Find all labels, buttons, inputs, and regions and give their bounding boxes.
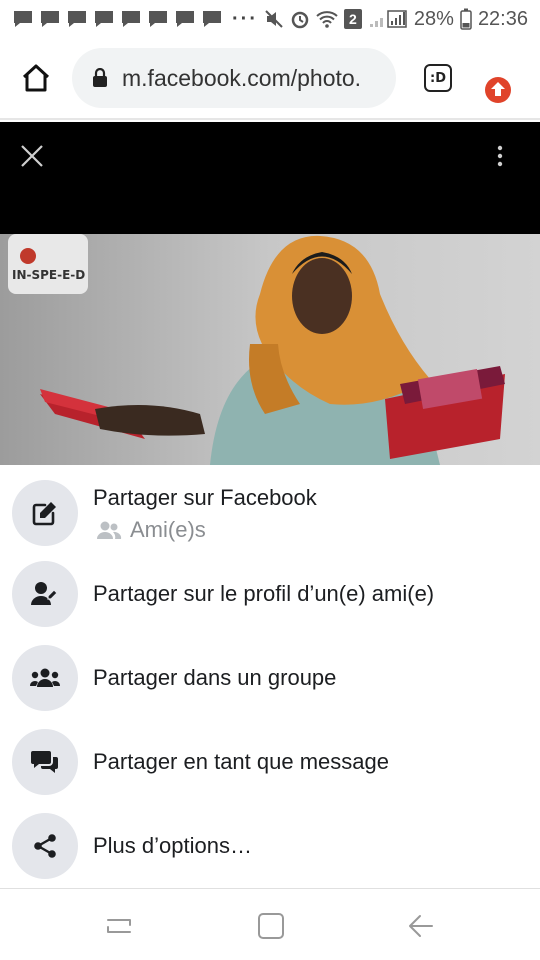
share-icon [34, 834, 56, 858]
more-notifications-icon: ··· [232, 7, 258, 30]
share-in-group-label: Partager dans un groupe [93, 665, 337, 690]
messages-icon [31, 751, 58, 773]
more-options-icon-circle [12, 813, 78, 879]
share-in-group-row[interactable]: Partager dans un groupe [0, 636, 540, 720]
share-sheet: Partager sur Facebook Ami(e)s Partager s… [0, 465, 540, 888]
mute-icon [265, 10, 283, 28]
url-text: m.facebook.com/photo. [122, 64, 362, 91]
home-button[interactable] [0, 37, 72, 119]
photo-image[interactable]: IN-SPE-E-D [0, 234, 540, 465]
battery-percent: 28% [413, 7, 454, 30]
photo-illustration: IN-SPE-E-D [0, 234, 540, 465]
battery-icon [460, 8, 472, 30]
sim2-icon: 2 [343, 9, 362, 29]
update-icon[interactable] [484, 76, 512, 104]
share-as-message-row[interactable]: Partager en tant que message [0, 720, 540, 804]
tab-switcher-icon: :D [424, 64, 452, 92]
more-options-label: Plus d’options… [93, 833, 252, 858]
friend-share-icon [31, 582, 58, 605]
system-navigation-bar [0, 888, 540, 960]
audience-label: Ami(e)s [130, 517, 206, 542]
message-icon [68, 11, 86, 27]
brand-logo-text: IN-SPE-E-D [12, 268, 85, 282]
recents-icon[interactable] [104, 911, 134, 941]
message-icon [149, 11, 167, 27]
share-on-facebook-icon-circle [12, 480, 78, 546]
notification-icons: ··· [12, 8, 258, 31]
friends-icon [97, 521, 122, 539]
home-icon [22, 64, 50, 92]
share-as-message-icon-circle [12, 729, 78, 795]
close-icon[interactable] [18, 142, 46, 170]
status-bar: ··· 2 28% 22:36 [0, 0, 540, 38]
back-icon[interactable] [406, 911, 436, 941]
share-in-group-icon-circle [12, 645, 78, 711]
home-square-icon[interactable] [256, 911, 286, 941]
audience-selector[interactable]: Ami(e)s [96, 517, 206, 543]
lock-icon [93, 68, 107, 87]
share-on-facebook-label: Partager sur Facebook [93, 485, 317, 510]
share-as-message-label: Partager en tant que message [93, 749, 389, 774]
tab-switcher-button[interactable]: :D [420, 60, 456, 96]
clock: 22:36 [477, 7, 528, 30]
group-icon [30, 668, 60, 687]
message-icon [95, 11, 113, 27]
system-icons: 2 28% 22:36 [264, 8, 528, 31]
brand-logo [8, 234, 88, 294]
alarm-icon [291, 11, 309, 29]
share-on-friend-profile-row[interactable]: Partager sur le profil d’un(e) ami(e) [0, 552, 540, 636]
more-options-row[interactable]: Plus d’options… [0, 804, 540, 888]
message-icon [203, 11, 221, 27]
edit-icon [32, 502, 56, 526]
browser-toolbar: m.facebook.com/photo. :D [0, 38, 540, 120]
more-vertical-icon[interactable] [490, 142, 510, 170]
message-icon [14, 11, 32, 27]
message-icon [41, 11, 59, 27]
share-on-friend-profile-icon-circle [12, 561, 78, 627]
share-on-facebook-row[interactable]: Partager sur Facebook Ami(e)s [0, 471, 540, 555]
message-icon [122, 11, 140, 27]
wifi-icon [316, 11, 338, 28]
signal-icon [369, 10, 407, 28]
url-bar[interactable]: m.facebook.com/photo. [72, 48, 396, 108]
photo-viewer-header [0, 122, 540, 234]
message-icon [176, 11, 194, 27]
share-on-friend-profile-label: Partager sur le profil d’un(e) ami(e) [93, 581, 435, 606]
